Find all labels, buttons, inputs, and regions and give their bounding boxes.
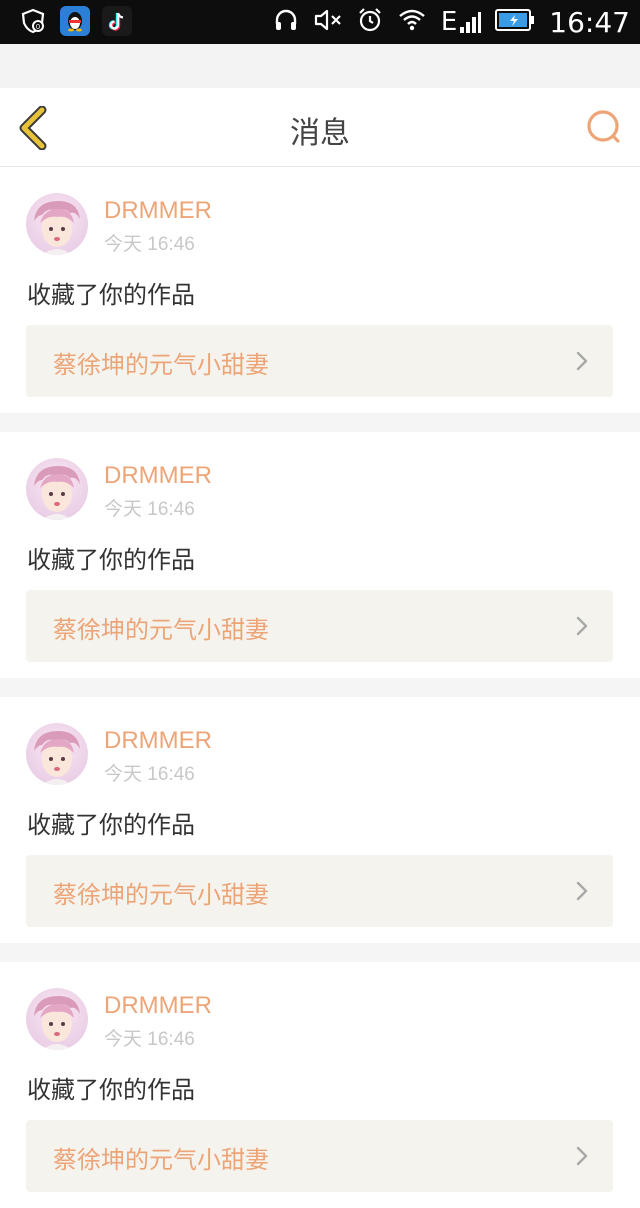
svg-text:0: 0 [36,23,40,31]
action-text: 收藏了你的作品 [27,1076,195,1104]
timestamp: 今天 16:46 [104,1029,195,1050]
work-title: 蔡徐坤的元气小甜妻 [53,616,269,644]
avatar[interactable] [26,458,88,520]
timestamp: 今天 16:46 [104,764,195,785]
username[interactable]: DRMMER [104,197,212,225]
shield-badge-icon: 0 [18,6,48,36]
battery-icon [495,7,535,37]
work-link[interactable]: 蔡徐坤的元气小甜妻 [26,855,613,927]
action-text: 收藏了你的作品 [27,546,195,574]
work-link[interactable]: 蔡徐坤的元气小甜妻 [26,590,613,662]
avatar[interactable] [26,193,88,255]
search-button[interactable] [584,108,624,148]
message-card: DRMMER 今天 16:46 收藏了你的作品 蔡徐坤的元气小甜妻 [0,167,640,413]
nav-bar: 消息 [0,88,640,167]
status-gap [0,44,640,88]
alarm-icon [357,7,383,37]
chevron-right-icon [576,1146,588,1166]
avatar[interactable] [26,988,88,1050]
headphones-icon [273,7,299,37]
clock-time: 16:47 [549,5,630,39]
username[interactable]: DRMMER [104,992,212,1020]
username[interactable]: DRMMER [104,727,212,755]
username[interactable]: DRMMER [104,462,212,490]
timestamp: 今天 16:46 [104,499,195,520]
chevron-right-icon [576,616,588,636]
message-card: DRMMER 今天 16:46 收藏了你的作品 蔡徐坤的元气小甜妻 [0,697,640,943]
work-title: 蔡徐坤的元气小甜妻 [53,881,269,909]
status-right-icons: E 16:47 [273,4,630,40]
work-link[interactable]: 蔡徐坤的元气小甜妻 [26,1120,613,1192]
chevron-right-icon [576,881,588,901]
status-left-icons: 0 [18,6,132,36]
search-icon [587,110,620,143]
work-link[interactable]: 蔡徐坤的元气小甜妻 [26,325,613,397]
action-text: 收藏了你的作品 [27,811,195,839]
signal-icon: E [440,7,482,37]
page-title: 消息 [290,116,350,151]
action-text: 收藏了你的作品 [27,281,195,309]
tiktok-icon [102,6,132,36]
wifi-icon [397,7,427,37]
network-type-label: E [440,7,458,37]
work-title: 蔡徐坤的元气小甜妻 [53,351,269,379]
message-card: DRMMER 今天 16:46 收藏了你的作品 蔡徐坤的元气小甜妻 [0,962,640,1208]
timestamp: 今天 16:46 [104,234,195,255]
chevron-right-icon [576,351,588,371]
work-title: 蔡徐坤的元气小甜妻 [53,1146,269,1174]
status-bar: 0 E 16:47 [0,0,640,44]
avatar[interactable] [26,723,88,785]
mute-speaker-icon [313,7,343,37]
message-card: DRMMER 今天 16:46 收藏了你的作品 蔡徐坤的元气小甜妻 [0,432,640,678]
qq-penguin-icon [60,6,90,36]
